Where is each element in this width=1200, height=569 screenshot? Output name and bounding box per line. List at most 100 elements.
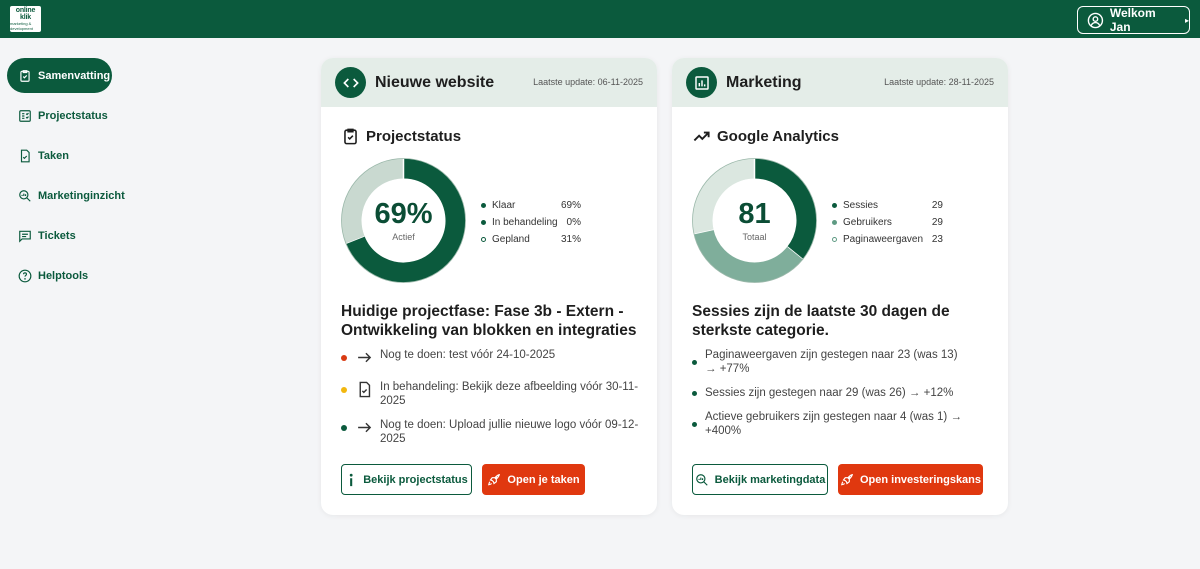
section-title-label: Google Analytics: [717, 128, 839, 145]
donut-label: Actief: [392, 232, 415, 242]
bullet-dot: [692, 422, 697, 427]
sidebar-item-taken[interactable]: Taken: [7, 138, 112, 173]
button-label: Bekijk marketingdata: [714, 473, 826, 486]
legend-dot: [832, 203, 837, 208]
code-icon: [335, 67, 366, 98]
donut-center: 69% Actief: [341, 158, 466, 283]
logo-text-top: online: [15, 7, 36, 14]
document-check-icon: [359, 381, 371, 398]
task-file-icon: [20, 149, 30, 162]
sidebar-item-label: Tickets: [38, 229, 76, 242]
sidebar-item-label: Samenvatting: [38, 69, 111, 82]
sidebar-item-label: Helptools: [38, 269, 89, 282]
last-updated: Laatste update: 06-11-2025: [533, 77, 643, 87]
legend-value: 29: [931, 217, 943, 228]
legend-label: Sessies: [843, 200, 879, 211]
sidebar-item-label: Marketinginzicht: [38, 189, 125, 202]
legend-dot: [481, 220, 486, 225]
search-analytics-icon: [695, 473, 708, 486]
logo-text-mid: klik: [20, 14, 31, 21]
user-menu-button[interactable]: Welkom Jan ▸: [1077, 6, 1190, 34]
chat-icon: [19, 230, 31, 243]
arrow-right-icon: [358, 352, 372, 363]
status-dot: [341, 425, 347, 431]
section-title: Google Analytics: [692, 127, 839, 146]
sidebar-item-marketinginzicht[interactable]: Marketinginzicht: [7, 178, 125, 213]
bullet-dot: [692, 391, 697, 396]
task-text: Nog te doen: Upload jullie nieuwe logo v…: [380, 419, 639, 445]
sidebar-item-label: Taken: [38, 149, 69, 162]
marketing-card-title: Marketing: [726, 73, 802, 91]
project-card-header: Nieuwe website Laatste update: 06-11-202…: [321, 58, 657, 107]
rocket-icon: [841, 473, 854, 485]
legend-label: Paginaweergaven: [843, 234, 924, 245]
legend-item: Klaar 69%: [481, 197, 581, 214]
legend-item: Gebruikers 29: [832, 214, 943, 231]
button-label: Open je taken: [507, 473, 580, 486]
task-list: Nog te doen: test vóór 24-10-2025 In beh…: [341, 348, 641, 446]
task-item[interactable]: Nog te doen: Upload jullie nieuwe logo v…: [341, 418, 641, 446]
top-bar: online klik marketing & development Welk…: [0, 0, 1200, 38]
project-card: Nieuwe website Laatste update: 06-11-202…: [321, 58, 657, 515]
checklist-icon: [19, 109, 31, 122]
task-item[interactable]: Nog te doen: test vóór 24-10-2025: [341, 348, 641, 366]
info-icon: [349, 473, 353, 486]
open-investment-button[interactable]: Open investeringskans: [838, 464, 983, 495]
legend-label: Gepland: [492, 234, 530, 245]
legend-value: 31%: [560, 234, 581, 245]
view-project-status-button[interactable]: Bekijk projectstatus: [341, 464, 472, 495]
list-item: Actieve gebruikers zijn gestegen naar 4 …: [692, 410, 967, 438]
insight-text: Paginaweergaven zijn gestegen naar 23 (w…: [705, 349, 958, 375]
sidebar-item-helptools[interactable]: Helptools: [7, 258, 112, 293]
marketing-card-header: Marketing Laatste update: 28-11-2025: [672, 58, 1008, 107]
welcome-label: Welkom Jan: [1109, 6, 1156, 34]
legend-item: Paginaweergaven 23: [832, 231, 943, 248]
donut-value: 81: [738, 198, 771, 230]
search-analytics-icon: [19, 189, 31, 202]
insight-text: Actieve gebruikers zijn gestegen naar 4 …: [705, 411, 962, 437]
legend-dot: [832, 220, 837, 225]
section-title-label: Projectstatus: [366, 128, 462, 145]
legend-item: Sessies 29: [832, 197, 943, 214]
task-text: Nog te doen: test vóór 24-10-2025: [380, 349, 556, 361]
status-dot: [341, 355, 347, 361]
sidebar-item-samenvatting[interactable]: Samenvatting: [7, 58, 112, 93]
bullet-dot: [692, 360, 697, 365]
company-logo[interactable]: online klik marketing & development: [10, 6, 41, 32]
task-text: In behandeling: Bekijk deze afbeelding v…: [380, 381, 639, 407]
open-tasks-button[interactable]: Open je taken: [482, 464, 585, 495]
donut-center: 81 Totaal: [692, 158, 817, 283]
legend-value: 69%: [560, 200, 581, 211]
legend-value: 0%: [566, 217, 581, 228]
donut-value: 69%: [374, 198, 433, 230]
list-item: Paginaweergaven zijn gestegen naar 23 (w…: [692, 348, 967, 376]
project-card-title: Nieuwe website: [375, 73, 495, 91]
clipboard-check-icon: [20, 69, 30, 82]
sidebar-item-label: Projectstatus: [38, 109, 108, 122]
view-marketing-data-button[interactable]: Bekijk marketingdata: [692, 464, 828, 495]
help-circle-icon: [18, 269, 32, 282]
button-label: Bekijk projectstatus: [363, 473, 468, 486]
insight-list: Paginaweergaven zijn gestegen naar 23 (w…: [692, 348, 967, 438]
logo-text-small: marketing & development: [10, 21, 33, 31]
project-phase: Huidige projectfase: Fase 3b - Extern - …: [341, 303, 637, 339]
legend-dot: [832, 237, 837, 242]
legend-item: In behandeling 0%: [481, 214, 581, 231]
legend-label: Klaar: [492, 200, 516, 211]
trending-up-icon: [693, 131, 710, 142]
analytics-summary: Sessies zijn de laatste 30 dagen de ster…: [692, 303, 950, 339]
legend-value: 29: [931, 200, 943, 211]
legend-dot: [481, 237, 486, 242]
donut-label: Totaal: [742, 232, 767, 242]
bar-chart-icon: [686, 67, 717, 98]
legend-dot: [481, 203, 486, 208]
arrow-right-icon: [358, 422, 372, 433]
analytics-legend: Sessies 29 Gebruikers 29 Paginaweergaven…: [832, 197, 943, 248]
marketing-card: Marketing Laatste update: 28-11-2025 Goo…: [672, 58, 1008, 515]
legend-item: Gepland 31%: [481, 231, 581, 248]
sidebar-item-tickets[interactable]: Tickets: [7, 218, 112, 253]
task-item[interactable]: In behandeling: Bekijk deze afbeelding v…: [341, 380, 641, 408]
sidebar-item-projectstatus[interactable]: Projectstatus: [7, 98, 112, 133]
insight-text: Sessies zijn gestegen naar 29 (was 26) →…: [705, 387, 954, 399]
rocket-icon: [488, 473, 501, 485]
